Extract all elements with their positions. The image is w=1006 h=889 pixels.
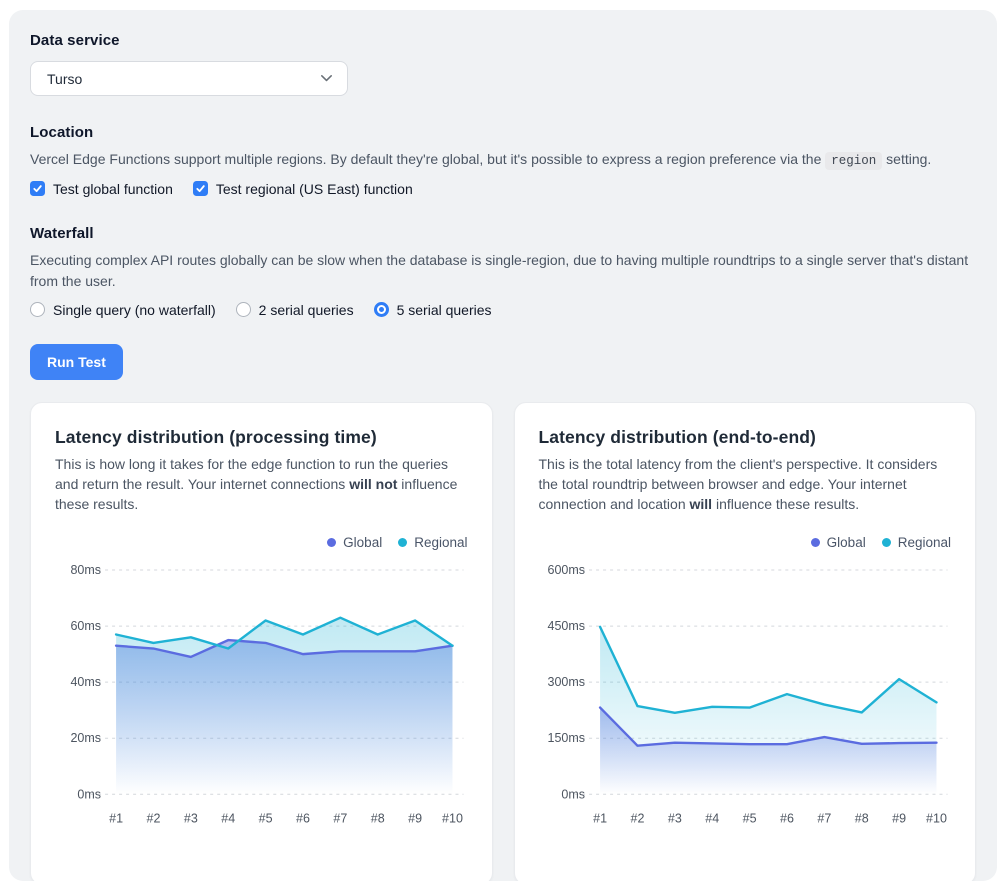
- chart-legend: Global Regional: [55, 535, 468, 550]
- check-icon: [32, 183, 43, 194]
- page: Data service Turso Location Vercel Edge …: [0, 0, 1006, 889]
- svg-text:150ms: 150ms: [547, 731, 585, 745]
- svg-text:#2: #2: [147, 811, 161, 825]
- svg-text:300ms: 300ms: [547, 675, 585, 689]
- waterfall-heading: Waterfall: [30, 225, 976, 242]
- radio-icon[interactable]: [30, 302, 45, 317]
- chart-legend: Global Regional: [539, 535, 952, 550]
- svg-text:#6: #6: [296, 811, 310, 825]
- legend-global: Global: [327, 535, 382, 550]
- radio-icon[interactable]: [236, 302, 251, 317]
- check-icon: [195, 183, 206, 194]
- charts-row: Latency distribution (processing time) T…: [30, 402, 976, 881]
- svg-text:#10: #10: [442, 811, 463, 825]
- svg-text:0ms: 0ms: [77, 787, 101, 801]
- checkbox-icon[interactable]: [30, 181, 45, 196]
- svg-text:#6: #6: [780, 811, 794, 825]
- svg-text:40ms: 40ms: [70, 675, 101, 689]
- svg-text:0ms: 0ms: [561, 787, 585, 801]
- legend-regional: Regional: [882, 535, 951, 550]
- checkbox-icon[interactable]: [193, 181, 208, 196]
- svg-text:#4: #4: [221, 811, 235, 825]
- run-test-button[interactable]: Run Test: [30, 344, 123, 380]
- location-description-tail: setting.: [882, 151, 931, 167]
- svg-text:#4: #4: [705, 811, 719, 825]
- waterfall-section: Waterfall Executing complex API routes g…: [30, 225, 976, 318]
- radio-label: 5 serial queries: [397, 302, 492, 318]
- svg-text:#5: #5: [742, 811, 756, 825]
- waterfall-description: Executing complex API routes globally ca…: [30, 250, 976, 292]
- svg-text:450ms: 450ms: [547, 619, 585, 633]
- card-title: Latency distribution (processing time): [55, 427, 468, 448]
- legend-dot-regional: [398, 538, 407, 547]
- legend-dot-global: [327, 538, 336, 547]
- svg-text:#1: #1: [109, 811, 123, 825]
- legend-label: Regional: [898, 535, 951, 550]
- svg-text:#7: #7: [817, 811, 831, 825]
- legend-regional: Regional: [398, 535, 467, 550]
- data-service-selected-value: Turso: [47, 71, 82, 87]
- end-to-end-chart: 0ms 150ms 300ms 450ms 600ms #1 #2 #3 #4 #5 #6 #7 #8 #…: [539, 554, 952, 844]
- svg-text:#8: #8: [371, 811, 385, 825]
- svg-text:60ms: 60ms: [70, 619, 101, 633]
- location-checkbox-row: Test global function Test regional (US E…: [30, 181, 976, 197]
- checkbox-test-global-function[interactable]: Test global function: [30, 181, 173, 197]
- data-service-section: Data service Turso: [30, 32, 976, 96]
- location-description: Vercel Edge Functions support multiple r…: [30, 149, 976, 171]
- legend-label: Regional: [414, 535, 467, 550]
- checkbox-label: Test global function: [53, 181, 173, 197]
- checkbox-label: Test regional (US East) function: [216, 181, 413, 197]
- waterfall-radio-row: Single query (no waterfall) 2 serial que…: [30, 302, 976, 318]
- legend-label: Global: [827, 535, 866, 550]
- region-code-chip: region: [825, 152, 882, 170]
- legend-global: Global: [811, 535, 866, 550]
- svg-text:80ms: 80ms: [70, 563, 101, 577]
- location-heading: Location: [30, 124, 976, 141]
- svg-text:#9: #9: [892, 811, 906, 825]
- radio-2-serial-queries[interactable]: 2 serial queries: [236, 302, 354, 318]
- processing-time-card: Latency distribution (processing time) T…: [30, 402, 493, 881]
- svg-text:#3: #3: [184, 811, 198, 825]
- svg-text:#7: #7: [333, 811, 347, 825]
- svg-text:#10: #10: [926, 811, 947, 825]
- radio-icon[interactable]: [374, 302, 389, 317]
- end-to-end-card: Latency distribution (end-to-end) This i…: [514, 402, 977, 881]
- legend-label: Global: [343, 535, 382, 550]
- chevron-down-icon: [320, 74, 333, 83]
- radio-single-query[interactable]: Single query (no waterfall): [30, 302, 216, 318]
- location-section: Location Vercel Edge Functions support m…: [30, 124, 976, 197]
- processing-time-chart: 0ms 20ms 40ms 60ms 80ms #1 #2 #3 #4 #5 #6 #7 #8 #9 #10: [55, 554, 468, 844]
- radio-label: Single query (no waterfall): [53, 302, 216, 318]
- svg-text:#9: #9: [408, 811, 422, 825]
- legend-dot-regional: [882, 538, 891, 547]
- svg-text:600ms: 600ms: [547, 563, 585, 577]
- data-service-select[interactable]: Turso: [30, 61, 348, 96]
- latency-test-panel: Data service Turso Location Vercel Edge …: [9, 10, 997, 881]
- card-description: This is the total latency from the clien…: [539, 454, 952, 515]
- location-description-text: Vercel Edge Functions support multiple r…: [30, 151, 825, 167]
- checkbox-test-regional-function[interactable]: Test regional (US East) function: [193, 181, 413, 197]
- radio-5-serial-queries[interactable]: 5 serial queries: [374, 302, 492, 318]
- svg-text:#3: #3: [667, 811, 681, 825]
- data-service-heading: Data service: [30, 32, 976, 49]
- svg-text:#8: #8: [854, 811, 868, 825]
- svg-text:20ms: 20ms: [70, 731, 101, 745]
- radio-label: 2 serial queries: [259, 302, 354, 318]
- svg-text:#5: #5: [259, 811, 273, 825]
- svg-text:#2: #2: [630, 811, 644, 825]
- card-description: This is how long it takes for the edge f…: [55, 454, 468, 515]
- svg-text:#1: #1: [593, 811, 607, 825]
- card-title: Latency distribution (end-to-end): [539, 427, 952, 448]
- legend-dot-global: [811, 538, 820, 547]
